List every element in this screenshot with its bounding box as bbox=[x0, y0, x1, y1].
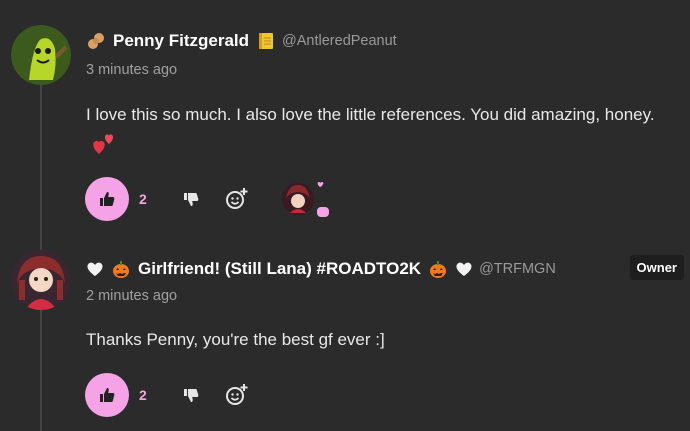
jack-o-lantern-emoji bbox=[111, 259, 131, 279]
author-name[interactable]: Girlfriend! (Still Lana) #ROADTO2K bbox=[138, 259, 421, 279]
comment-text: Thanks Penny, you're the best gf ever :] bbox=[86, 330, 385, 349]
thumbs-down-icon bbox=[184, 193, 199, 206]
author-handle[interactable]: @TRFMGN bbox=[479, 261, 556, 277]
avatar[interactable] bbox=[11, 250, 71, 310]
thumbs-up-icon bbox=[100, 192, 115, 206]
add-reaction-icon bbox=[226, 384, 248, 405]
like-button[interactable] bbox=[85, 373, 129, 417]
jack-o-lantern-emoji bbox=[428, 259, 448, 279]
thumbs-down-icon bbox=[184, 389, 199, 402]
comment-text-content: I love this so much. I also love the lit… bbox=[86, 105, 655, 124]
author-handle[interactable]: @AntleredPeanut bbox=[282, 33, 397, 49]
like-button[interactable] bbox=[85, 177, 129, 221]
comment-header: Penny Fitzgerald @AntleredPeanut bbox=[86, 31, 397, 51]
comment-actions: 2 bbox=[85, 372, 249, 418]
dislike-button[interactable] bbox=[179, 383, 203, 407]
peanut-emoji bbox=[86, 31, 106, 51]
like-count: 2 bbox=[139, 387, 147, 403]
dislike-button[interactable] bbox=[179, 187, 203, 211]
comment-actions: 2 bbox=[85, 176, 249, 222]
like-count: 2 bbox=[139, 191, 147, 207]
comment-text: I love this so much. I also love the lit… bbox=[86, 101, 666, 166]
white-heart-emoji bbox=[86, 261, 104, 277]
author-name[interactable]: Penny Fitzgerald bbox=[113, 31, 249, 51]
timestamp: 3 minutes ago bbox=[86, 62, 178, 78]
add-reaction-button[interactable] bbox=[225, 187, 249, 211]
owner-badge: Owner bbox=[629, 255, 684, 280]
comment-header: Girlfriend! (Still Lana) #ROADTO2K @TRFM… bbox=[86, 259, 556, 279]
white-heart-emoji bbox=[455, 261, 473, 277]
two-hearts-emoji bbox=[90, 129, 118, 166]
thumbs-up-icon bbox=[100, 388, 115, 402]
creator-heart-reaction bbox=[280, 181, 332, 219]
add-reaction-button[interactable] bbox=[225, 383, 249, 407]
timestamp: 2 minutes ago bbox=[86, 288, 178, 304]
add-reaction-icon bbox=[226, 188, 248, 209]
notebook-emoji bbox=[256, 31, 276, 51]
avatar[interactable] bbox=[11, 25, 71, 85]
